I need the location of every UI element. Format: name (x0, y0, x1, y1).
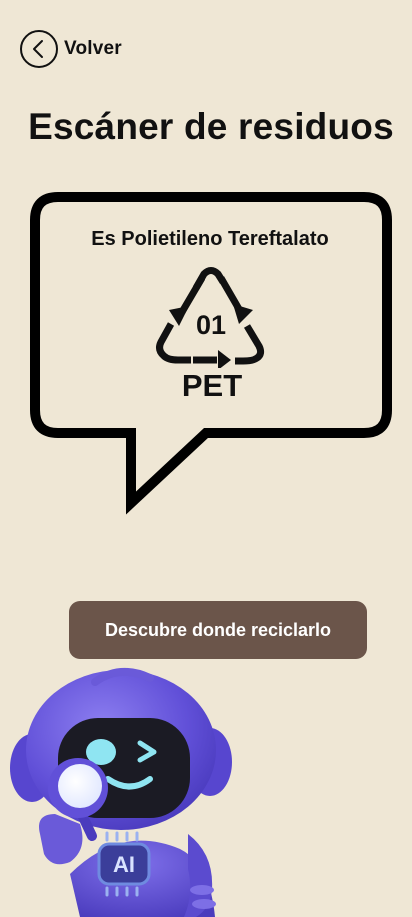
resin-code: 01 (195, 310, 227, 340)
material-name: Es Polietileno Tereftalato (91, 228, 329, 250)
resin-abbreviation: PET (181, 368, 243, 403)
speech-bubble (30, 192, 392, 515)
robot-mascot-icon: AI (10, 668, 232, 917)
find-recycling-button[interactable]: Descubre donde reciclarlo (69, 601, 367, 659)
ai-badge-label: AI (113, 852, 135, 877)
